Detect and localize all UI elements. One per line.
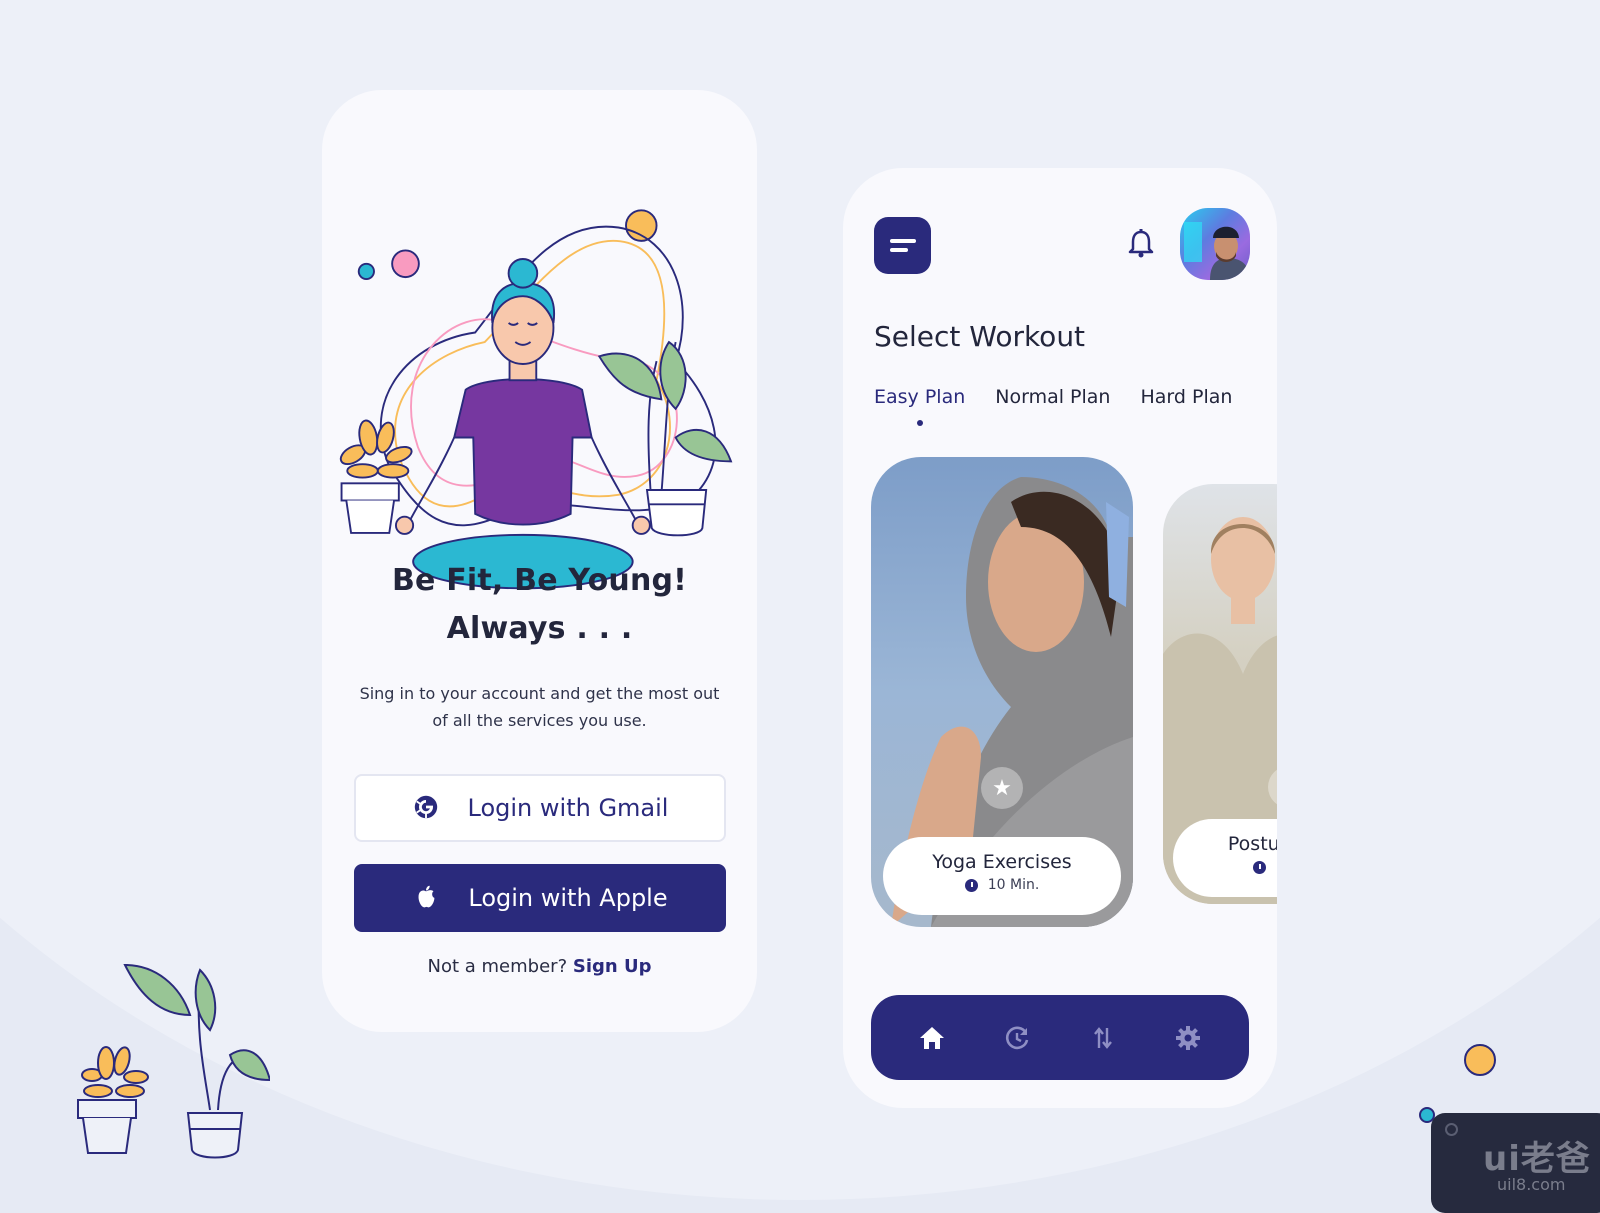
clock-icon — [964, 878, 978, 892]
headline-line1: Be Fit, Be Young! — [391, 563, 688, 598]
workout-name: Yoga Exercises — [932, 851, 1072, 873]
right-potted-plant — [597, 340, 733, 537]
watermark-badge: ui老爸 uil8.com — [1431, 1113, 1600, 1213]
bell-icon[interactable] — [1126, 228, 1156, 260]
meditating-woman-illustration — [339, 209, 733, 590]
login-screen: Be Fit, Be Young! Always . . . Sing in t… — [322, 90, 757, 1032]
workout-card-yoga[interactable]: ★ Yoga Exercises 10 Min. — [871, 457, 1133, 927]
watermark-ring — [1445, 1123, 1458, 1136]
apple-icon — [412, 883, 442, 913]
watermark-logo: ui老爸 — [1483, 1139, 1591, 1179]
avatar-portrait — [1184, 222, 1250, 280]
login-with-gmail-button[interactable]: Login with Gmail — [354, 774, 726, 842]
gmail-button-label: Login with Gmail — [467, 794, 669, 822]
user-avatar[interactable] — [1180, 208, 1250, 280]
active-tab-indicator — [916, 420, 923, 426]
workout-name: Posture C — [1227, 833, 1277, 855]
menu-icon — [890, 239, 916, 243]
signup-row: Not a member? Sign Up — [322, 956, 757, 977]
star-icon: ★ — [992, 775, 1012, 801]
workout-card-posture[interactable]: ★ Posture C 15 — [1163, 484, 1277, 904]
signup-prompt: Not a member? — [427, 956, 568, 977]
menu-icon-line — [890, 248, 908, 252]
nav-transfer[interactable] — [1086, 1021, 1120, 1055]
tab-normal-plan-label: Normal Plan — [995, 386, 1111, 408]
history-icon — [1006, 1026, 1029, 1049]
watermark-url: uil8.com — [1497, 1175, 1566, 1194]
page-title: Select Workout — [874, 320, 1086, 353]
subtitle-line2: of all the services you use. — [432, 711, 647, 730]
decorative-bubble-orange — [1464, 1044, 1496, 1076]
nav-history[interactable] — [1000, 1021, 1034, 1055]
left-potted-plant — [339, 419, 413, 534]
google-icon — [412, 793, 442, 823]
apple-button-label: Login with Apple — [468, 884, 668, 912]
home-icon — [919, 1026, 944, 1049]
tab-normal-plan[interactable]: Normal Plan — [995, 386, 1110, 408]
bubble-pink — [391, 249, 420, 279]
subtitle-line1: Sing in to your account and get the most… — [359, 684, 720, 703]
workout-duration-row: 10 Min. — [883, 877, 1121, 893]
tab-hard-plan[interactable]: Hard Plan — [1140, 386, 1232, 408]
headline-line2: Always . . . — [446, 611, 633, 646]
favorite-button[interactable]: ★ — [981, 767, 1023, 809]
login-with-apple-button[interactable]: Login with Apple — [354, 864, 726, 932]
workout-duration: 10 Min. — [987, 877, 1040, 893]
decorative-plants — [77, 963, 270, 1159]
nav-settings[interactable] — [1171, 1021, 1205, 1055]
bubble-teal — [357, 262, 375, 280]
tab-easy-plan-label: Easy Plan — [874, 386, 966, 408]
bottom-navigation — [871, 995, 1249, 1080]
woman-figure — [395, 258, 651, 590]
workout-screen: Select Workout Easy Plan Normal Plan Har… — [843, 168, 1277, 1108]
gear-icon — [1176, 1025, 1201, 1050]
tab-easy-plan[interactable]: Easy Plan — [874, 386, 966, 426]
workout-duration: 15 — [1276, 859, 1277, 875]
signup-link[interactable]: Sign Up — [573, 956, 652, 977]
nav-home[interactable] — [915, 1021, 949, 1055]
clock-icon — [1252, 860, 1266, 874]
sort-arrows-icon — [1093, 1026, 1112, 1049]
workout-duration-row: 15 — [1173, 859, 1277, 875]
workout-info: Yoga Exercises 10 Min. — [883, 837, 1121, 915]
plan-tabs: Easy Plan Normal Plan Hard Plan — [874, 386, 1232, 426]
workout-info: Posture C 15 — [1173, 819, 1277, 897]
tab-hard-plan-label: Hard Plan — [1140, 386, 1233, 408]
menu-button[interactable] — [874, 217, 931, 274]
